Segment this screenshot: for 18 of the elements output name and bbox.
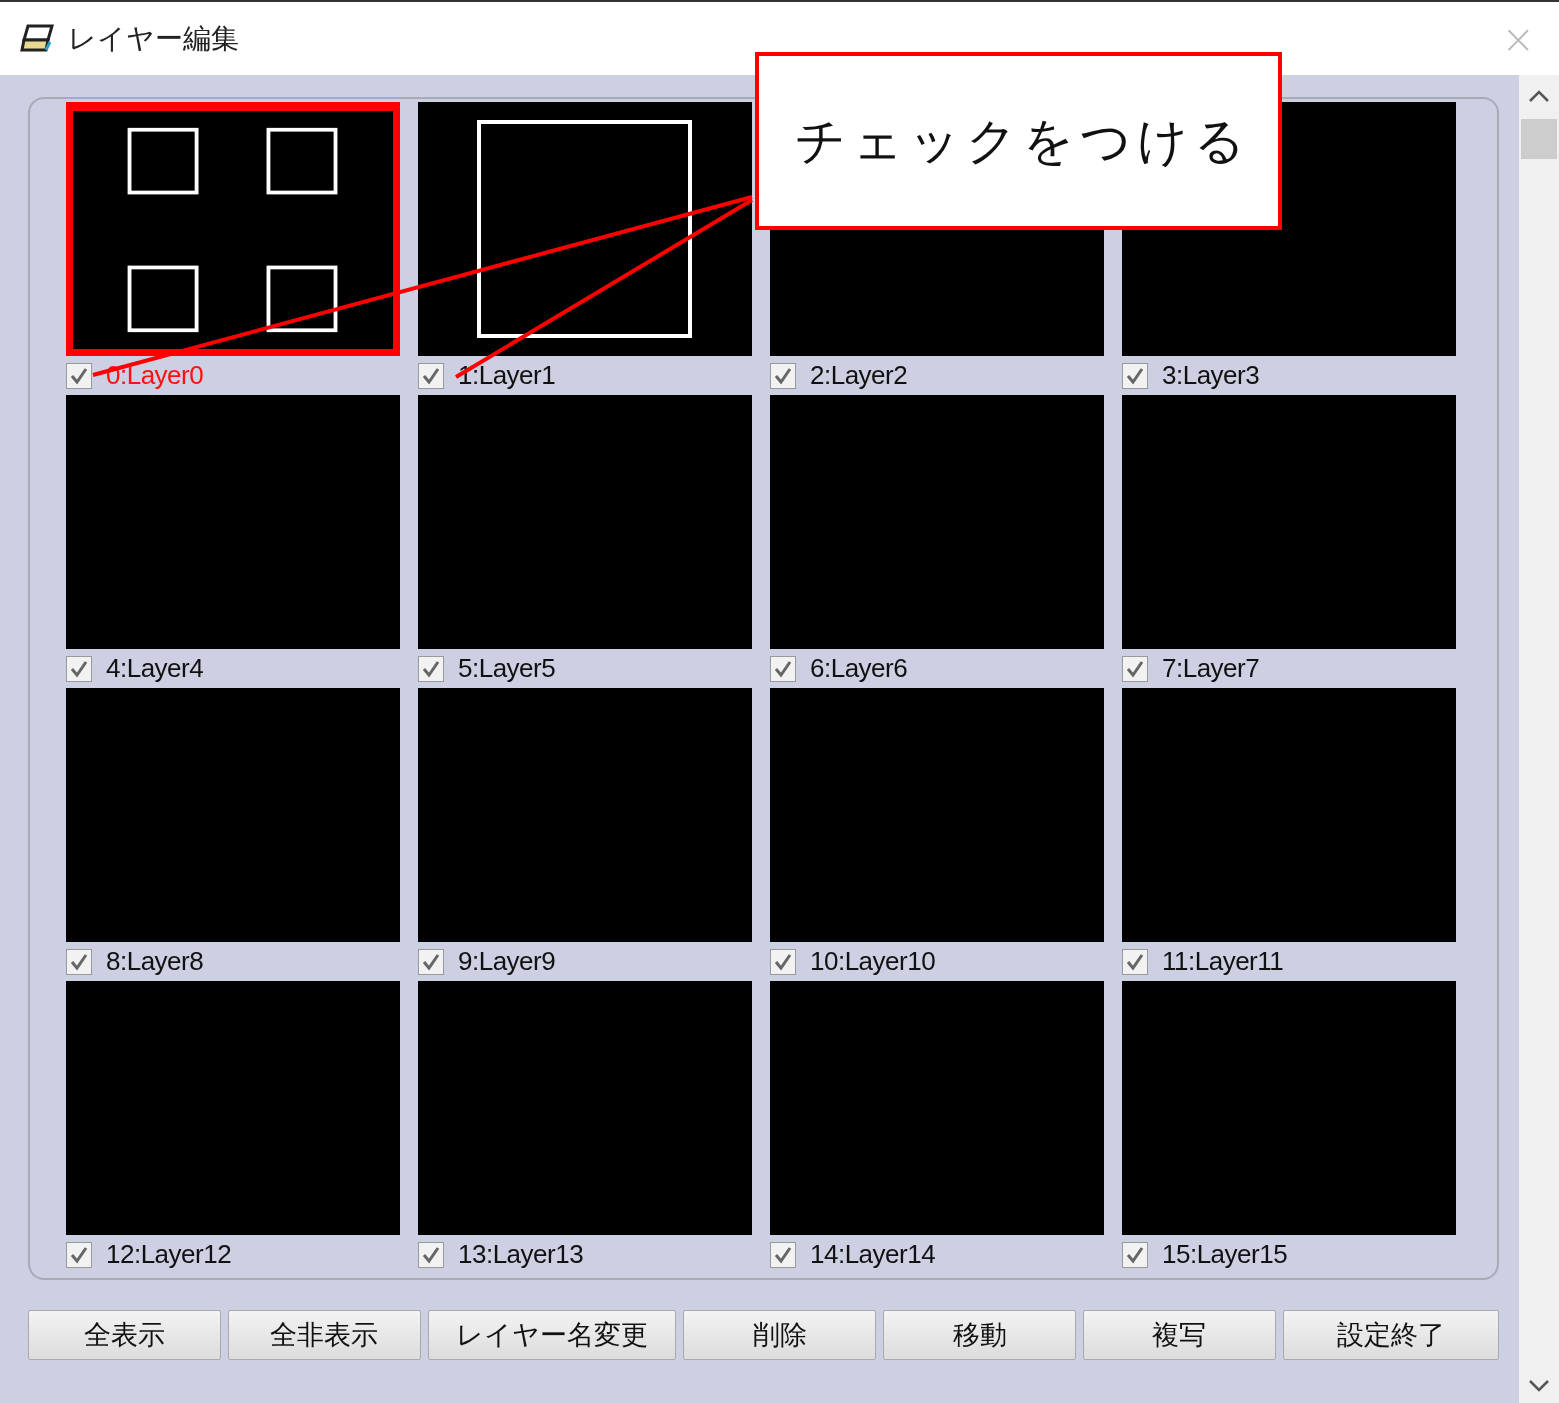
layer-name: 7:Layer7 (1162, 653, 1260, 684)
layer-name: 13:Layer13 (458, 1239, 584, 1270)
layer-name: 14:Layer14 (810, 1239, 936, 1270)
layer-name: 8:Layer8 (106, 946, 204, 977)
layer-name: 0:Layer0 (106, 360, 204, 391)
layer-name: 3:Layer3 (1162, 360, 1260, 391)
callout-tooltip: チェックをつける (755, 52, 1282, 230)
layer-name: 12:Layer12 (106, 1239, 232, 1270)
layer-name: 10:Layer10 (810, 946, 936, 977)
layer-name: 5:Layer5 (458, 653, 556, 684)
layer-name: 9:Layer9 (458, 946, 556, 977)
layer-name: 4:Layer4 (106, 653, 204, 684)
layer-name: 11:Layer11 (1162, 946, 1284, 977)
layer-name: 1:Layer1 (458, 360, 556, 391)
layer-name: 2:Layer2 (810, 360, 908, 391)
layer-name: 6:Layer6 (810, 653, 908, 684)
window-title: レイヤー編集 (68, 20, 239, 57)
layer-name: 15:Layer15 (1162, 1239, 1288, 1270)
